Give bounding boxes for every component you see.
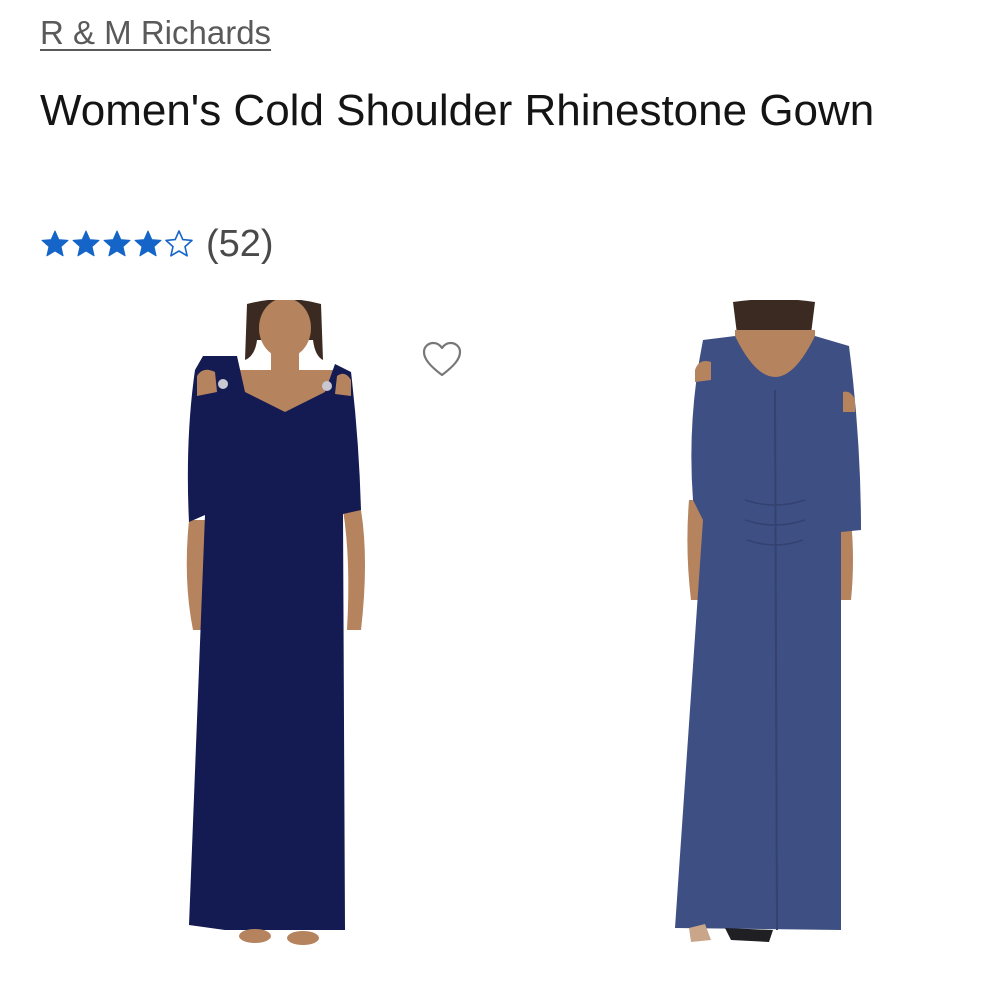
- star-filled-icon: [103, 230, 131, 257]
- rating-stars: [40, 229, 194, 259]
- star-filled-icon: [72, 230, 100, 257]
- review-count[interactable]: (52): [206, 222, 274, 266]
- product-rating[interactable]: (52): [40, 222, 274, 266]
- gown-front-illustration: [186, 300, 365, 945]
- product-title: Women's Cold Shoulder Rhinestone Gown: [40, 86, 875, 135]
- heart-outline-icon: [422, 341, 462, 377]
- product-image-back[interactable]: [665, 300, 885, 950]
- star-outline-icon: [165, 230, 193, 257]
- favorite-button[interactable]: [420, 338, 464, 382]
- gown-back-illustration: [675, 300, 861, 942]
- brand-link[interactable]: R & M Richards: [40, 14, 271, 52]
- product-image-front[interactable]: [175, 300, 395, 950]
- star-filled-icon: [134, 230, 162, 257]
- star-filled-icon: [41, 230, 69, 257]
